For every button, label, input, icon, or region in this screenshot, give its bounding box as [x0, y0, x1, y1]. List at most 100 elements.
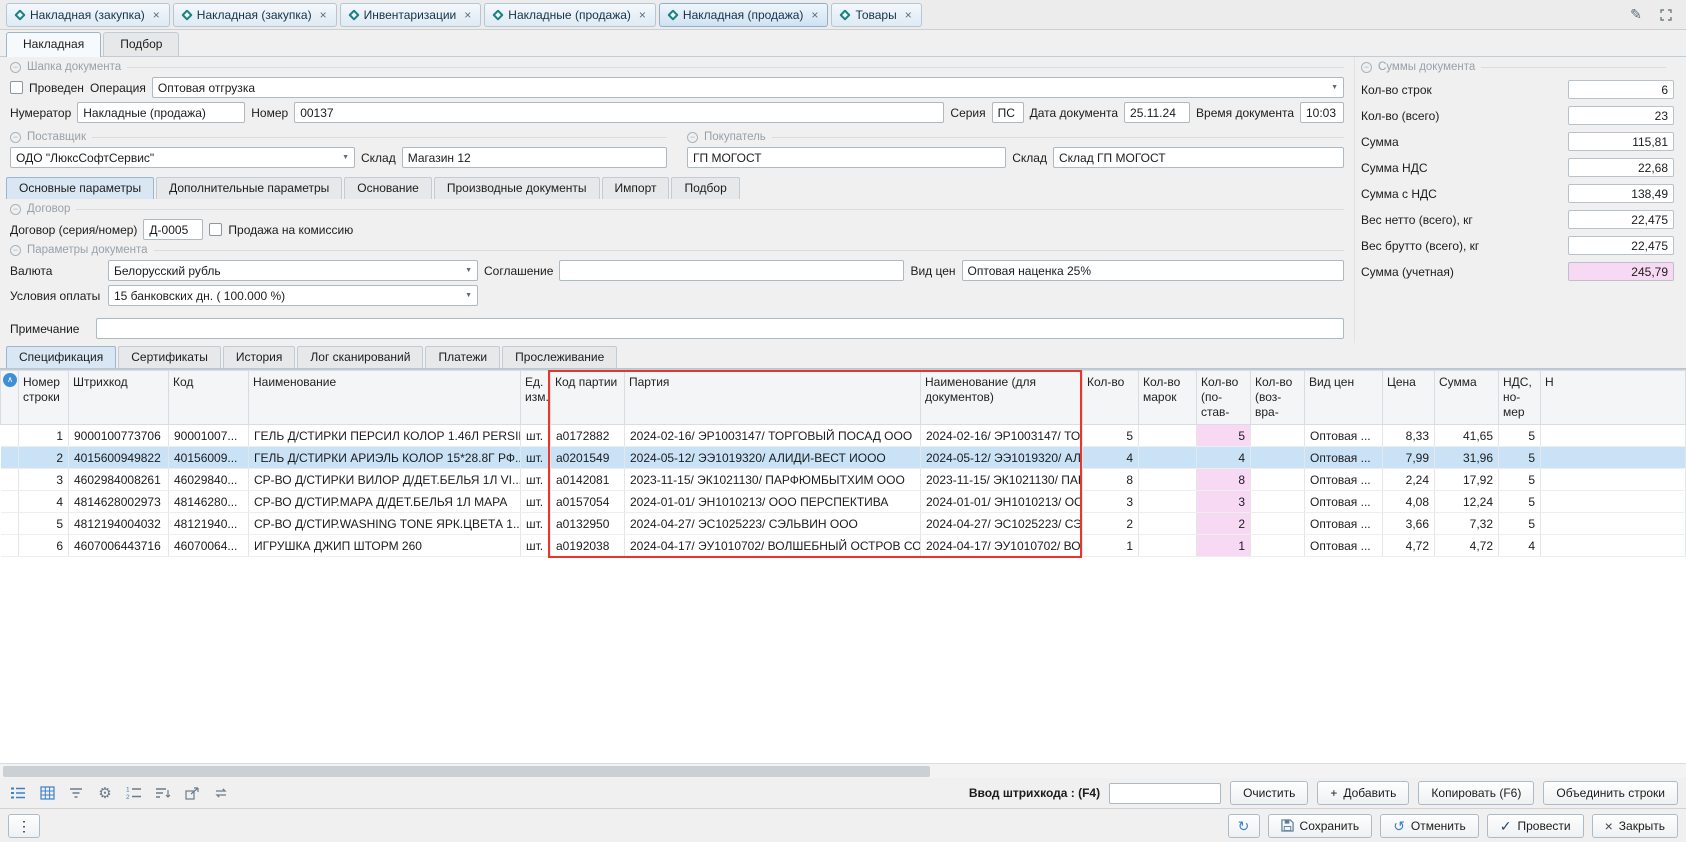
agreement-field[interactable]: [559, 260, 904, 281]
table-cell[interactable]: [1541, 447, 1686, 469]
table-cell[interactable]: Оптовая ...: [1305, 447, 1383, 469]
table-cell[interactable]: 4: [19, 491, 69, 513]
table-cell[interactable]: 2024-02-16/ ЭР1003147/ ТОРГОВЫЙ ПОСАД ОО…: [921, 425, 1083, 447]
close-button[interactable]: ×Закрыть: [1592, 814, 1678, 838]
table-cell[interactable]: 5: [1499, 425, 1541, 447]
repeat-icon[interactable]: [211, 783, 231, 803]
table-cell[interactable]: [1251, 469, 1305, 491]
date-input[interactable]: [1130, 106, 1187, 120]
column-header[interactable]: НДС, но-мер: [1499, 371, 1541, 425]
table-row[interactable]: 5481219400403248121940...СР-ВО Д/СТИР.WA…: [1, 513, 1686, 535]
note-input[interactable]: [102, 322, 1341, 336]
table-cell[interactable]: 4607006443716: [69, 535, 169, 557]
table-cell[interactable]: [1139, 469, 1197, 491]
agreement-input[interactable]: [565, 264, 901, 278]
table-cell[interactable]: 3,66: [1383, 513, 1435, 535]
collapse-icon[interactable]: −: [1361, 62, 1372, 73]
barcode-field[interactable]: [1109, 783, 1221, 804]
table-cell[interactable]: 2024-01-01/ ЭН1010213/ ООО ПЕРСПЕКТИВА: [625, 491, 921, 513]
supplier-combobox[interactable]: ОДО "ЛюксСофтСервис" ▼: [10, 147, 355, 168]
table-cell[interactable]: [1139, 491, 1197, 513]
table-cell[interactable]: 8,33: [1383, 425, 1435, 447]
table-cell[interactable]: [1251, 491, 1305, 513]
close-icon[interactable]: ×: [464, 8, 471, 22]
table-cell[interactable]: 46029840...: [169, 469, 249, 491]
table-row[interactable]: 1900010077370690001007...ГЕЛЬ Д/СТИРКИ П…: [1, 425, 1686, 447]
table-cell[interactable]: 7,99: [1383, 447, 1435, 469]
table-cell[interactable]: СР-ВО Д/СТИР.МАРА Д/ДЕТ.БЕЛЬЯ 1Л МАРА: [249, 491, 521, 513]
column-header[interactable]: Штрихкод: [69, 371, 169, 425]
column-header[interactable]: Вид цен: [1305, 371, 1383, 425]
table-cell[interactable]: a0192038: [551, 535, 625, 557]
date-field[interactable]: [1124, 102, 1190, 123]
param-tab[interactable]: Дополнительные параметры: [156, 177, 342, 199]
clear-button[interactable]: Очистить: [1230, 781, 1308, 805]
table-cell[interactable]: Оптовая ...: [1305, 535, 1383, 557]
table-cell[interactable]: 3: [1197, 491, 1251, 513]
table-cell[interactable]: 4015600949822: [69, 447, 169, 469]
table-cell[interactable]: 9000100773706: [69, 425, 169, 447]
currency-field[interactable]: ▼: [108, 260, 478, 281]
table-cell[interactable]: ИГРУШКА ДЖИП ШТОРМ 260: [249, 535, 521, 557]
table-cell[interactable]: 2: [1083, 513, 1139, 535]
conduct-button[interactable]: ✓Провести: [1487, 814, 1584, 838]
table-cell[interactable]: шт.: [521, 535, 551, 557]
table-cell[interactable]: 2: [19, 447, 69, 469]
table-cell[interactable]: 4602984008261: [69, 469, 169, 491]
column-header[interactable]: Кол-во: [1083, 371, 1139, 425]
barcode-input[interactable]: [1115, 786, 1218, 800]
table-cell[interactable]: шт.: [521, 469, 551, 491]
table-cell[interactable]: 5: [1499, 469, 1541, 491]
supplier-sklad-field[interactable]: [402, 147, 667, 168]
close-icon[interactable]: ×: [639, 8, 646, 22]
table-cell[interactable]: 2024-05-12/ ЭЭ1019320/ АЛИДИ-ВЕСТ ИООО: [625, 447, 921, 469]
table-cell[interactable]: 2024-04-17/ ЭУ1010702/ ВОЛШЕБНЫЙ ОСТРОВ …: [921, 535, 1083, 557]
table-cell[interactable]: 41,65: [1435, 425, 1499, 447]
table-cell[interactable]: 8: [1197, 469, 1251, 491]
dogovor-field[interactable]: [143, 219, 203, 240]
table-row[interactable]: 6460700644371646070064...ИГРУШКА ДЖИП ШТ…: [1, 535, 1686, 557]
table-cell[interactable]: a0157054: [551, 491, 625, 513]
price-type-field[interactable]: [962, 260, 1344, 281]
table-cell[interactable]: 5: [1499, 491, 1541, 513]
buyer-sklad-field[interactable]: [1053, 147, 1344, 168]
save-button[interactable]: Сохранить: [1268, 814, 1373, 838]
table-cell[interactable]: [1251, 535, 1305, 557]
table-cell[interactable]: 3: [1083, 491, 1139, 513]
table-row[interactable]: 4481462800297348146280...СР-ВО Д/СТИР.МА…: [1, 491, 1686, 513]
table-cell[interactable]: 2023-11-15/ ЭК1021130/ ПАРФЮМБЫТХИМ ООО: [625, 469, 921, 491]
collapse-all-icon[interactable]: ∧: [3, 373, 17, 387]
spec-tab[interactable]: Сертификаты: [118, 346, 221, 368]
column-header[interactable]: Наименование: [249, 371, 521, 425]
table-cell[interactable]: ГЕЛЬ Д/СТИРКИ АРИЭЛЬ КОЛОР 15*28.8Г РФ..…: [249, 447, 521, 469]
table-row[interactable]: 2401560094982240156009...ГЕЛЬ Д/СТИРКИ А…: [1, 447, 1686, 469]
spec-tab[interactable]: Спецификация: [6, 346, 116, 368]
spec-tab[interactable]: История: [223, 346, 296, 368]
document-tab[interactable]: Инвентаризации×: [340, 3, 482, 27]
page-tab[interactable]: Подбор: [103, 32, 179, 56]
spec-tab[interactable]: Прослеживание: [502, 346, 617, 368]
edit-pencil-icon[interactable]: ✎: [1626, 5, 1646, 25]
table-cell[interactable]: шт.: [521, 513, 551, 535]
table-cell[interactable]: 2024-01-01/ ЭН1010213/ ООО ПЕРСПЕКТИВА: [921, 491, 1083, 513]
table-cell[interactable]: 2023-11-15/ ЭК1021130/ ПАРФЮМБЫТХИМ ООО: [921, 469, 1083, 491]
column-header[interactable]: Кол-во (воз-вра-: [1251, 371, 1305, 425]
table-cell[interactable]: a0201549: [551, 447, 625, 469]
number-input[interactable]: [300, 106, 941, 120]
copy-button[interactable]: Копировать (F6): [1418, 781, 1534, 805]
table-cell[interactable]: a0132950: [551, 513, 625, 535]
merge-rows-button[interactable]: Объединить строки: [1543, 781, 1678, 805]
param-tab[interactable]: Производные документы: [434, 177, 600, 199]
gear-icon[interactable]: ⚙: [95, 783, 115, 803]
table-cell[interactable]: 4: [1197, 447, 1251, 469]
expand-icon[interactable]: [1656, 5, 1676, 25]
series-input[interactable]: [998, 106, 1021, 120]
export-icon[interactable]: [182, 783, 202, 803]
table-cell[interactable]: СР-ВО Д/СТИР.WASHING TONE ЯРК.ЦВЕТА 1...: [249, 513, 521, 535]
collapse-icon[interactable]: −: [687, 132, 698, 143]
table-cell[interactable]: 12,24: [1435, 491, 1499, 513]
time-input[interactable]: [1306, 106, 1341, 120]
chevron-down-icon[interactable]: ▼: [1328, 84, 1341, 91]
param-tab[interactable]: Основание: [344, 177, 432, 199]
numerator-field[interactable]: [77, 102, 245, 123]
